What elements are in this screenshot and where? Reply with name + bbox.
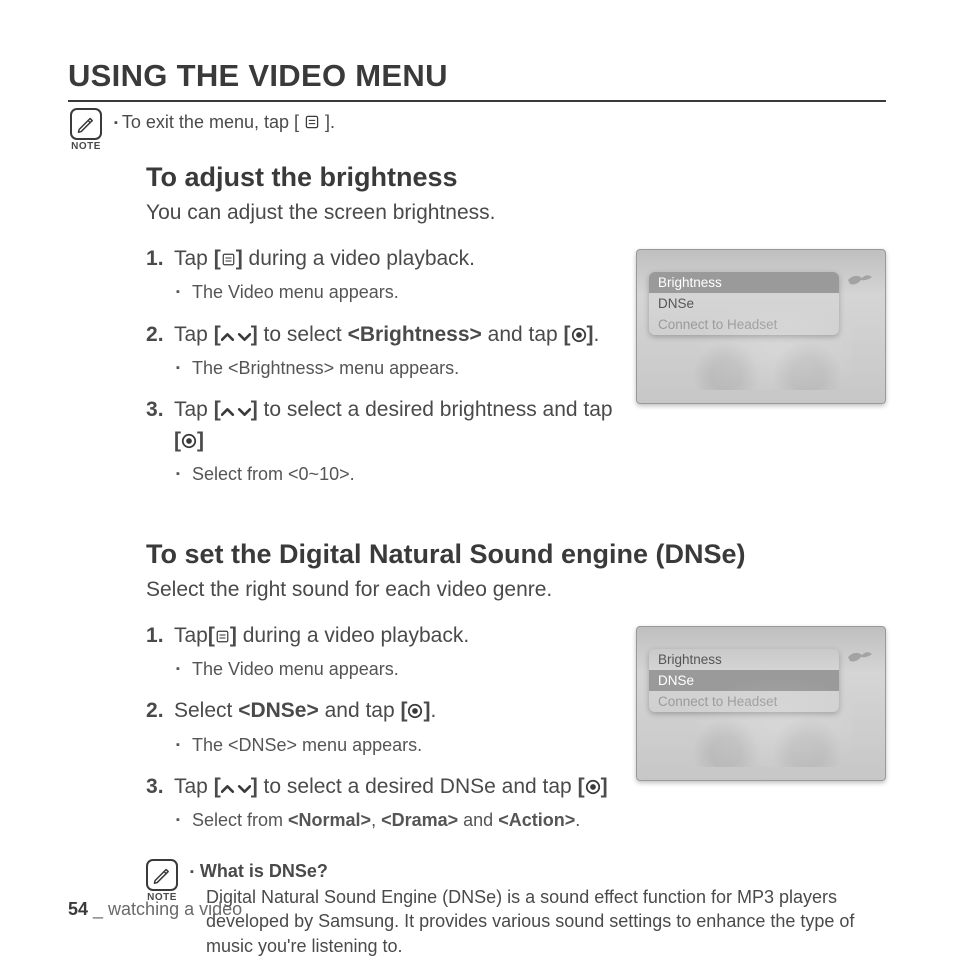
top-note: NOTE ▪To exit the menu, tap [ ]. xyxy=(68,108,886,152)
brightness-step-3: Tap [] to select a desired brightness an… xyxy=(146,396,614,486)
updown-glyph-icon xyxy=(221,398,251,426)
video-menu-popup: Brightness DNSe Connect to Headset xyxy=(649,649,839,712)
menu-item-dnse[interactable]: DNSe xyxy=(649,670,839,691)
dnse-heading: To set the Digital Natural Sound engine … xyxy=(146,539,886,570)
bullet-text: The <DNSe> menu appears. xyxy=(174,734,614,757)
menu-item-connect-headset[interactable]: Connect to Headset xyxy=(649,314,839,335)
dnse-step-2: Select <DNSe> and tap []. The <DNSe> men… xyxy=(146,697,614,757)
screenshot-brightness: Brightness DNSe Connect to Headset xyxy=(636,249,886,404)
menu-glyph-icon xyxy=(215,624,230,652)
brightness-intro: You can adjust the screen brightness. xyxy=(146,201,886,225)
dnse-note-question: What is DNSe? xyxy=(190,859,886,883)
page-title: USING THE VIDEO MENU xyxy=(68,58,886,102)
note-icon xyxy=(146,859,178,891)
top-note-text: ▪To exit the menu, tap [ ]. xyxy=(114,108,335,135)
menu-glyph-icon xyxy=(221,247,236,275)
select-glyph-icon xyxy=(571,323,587,351)
bird-icon xyxy=(847,649,873,665)
select-glyph-icon xyxy=(407,699,423,727)
page-number: 54 xyxy=(68,899,88,919)
brightness-section: To adjust the brightness You can adjust … xyxy=(146,162,886,503)
chapter-name: watching a video xyxy=(108,899,242,919)
updown-glyph-icon xyxy=(221,323,251,351)
dnse-step-3: Tap [] to select a desired DNSe and tap … xyxy=(146,773,614,833)
video-menu-popup: Brightness DNSe Connect to Headset xyxy=(649,272,839,335)
dnse-intro: Select the right sound for each video ge… xyxy=(146,578,886,602)
select-glyph-icon xyxy=(585,775,601,803)
bullet-text: The Video menu appears. xyxy=(174,658,614,681)
note-label: NOTE xyxy=(71,141,101,152)
brightness-heading: To adjust the brightness xyxy=(146,162,886,193)
menu-glyph-icon xyxy=(304,114,320,135)
dnse-section: To set the Digital Natural Sound engine … xyxy=(146,539,886,849)
dnse-note: NOTE What is DNSe? Digital Natural Sound… xyxy=(146,859,886,958)
brightness-step-2: Tap [] to select <Brightness> and tap []… xyxy=(146,321,614,381)
menu-item-brightness[interactable]: Brightness xyxy=(649,272,839,293)
bullet-text: The Video menu appears. xyxy=(174,281,614,304)
bullet-text: Select from <0~10>. xyxy=(174,463,614,486)
bullet-text: The <Brightness> menu appears. xyxy=(174,357,614,380)
note-icon xyxy=(70,108,102,140)
page-footer: 54 _ watching a video xyxy=(68,899,242,920)
select-glyph-icon xyxy=(181,429,197,457)
menu-item-brightness[interactable]: Brightness xyxy=(649,649,839,670)
updown-glyph-icon xyxy=(221,775,251,803)
screenshot-dnse: Brightness DNSe Connect to Headset xyxy=(636,626,886,781)
bird-icon xyxy=(847,272,873,288)
menu-item-connect-headset[interactable]: Connect to Headset xyxy=(649,691,839,712)
menu-item-dnse[interactable]: DNSe xyxy=(649,293,839,314)
brightness-step-1: Tap [] during a video playback. The Vide… xyxy=(146,245,614,305)
dnse-note-body: Digital Natural Sound Engine (DNSe) is a… xyxy=(190,885,886,958)
bullet-text: Select from <Normal>, <Drama> and <Actio… xyxy=(174,809,614,832)
dnse-step-1: Tap[] during a video playback. The Video… xyxy=(146,622,614,682)
